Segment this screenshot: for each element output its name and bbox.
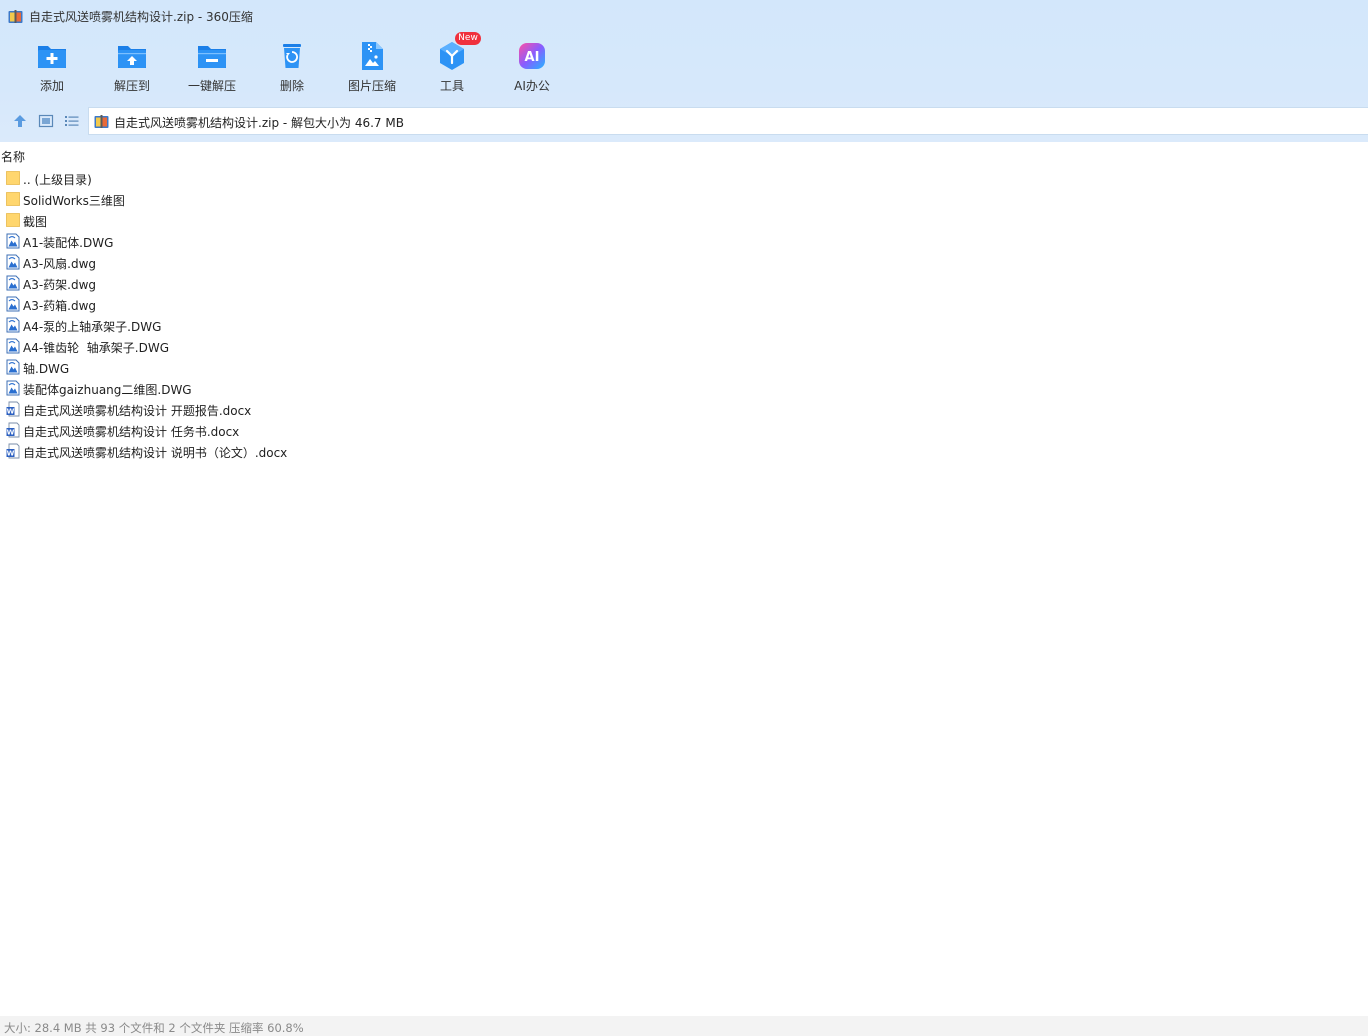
title-bar: 自走式风送喷雾机结构设计.zip - 360压缩 xyxy=(0,0,1368,34)
svg-text:W: W xyxy=(7,408,15,416)
tools-button[interactable]: New 工具 xyxy=(412,32,492,100)
file-name: SolidWorks三维图 xyxy=(23,194,125,208)
file-row[interactable]: A4-泵的上轴承架子.DWG xyxy=(0,315,1368,336)
file-name: A3-药箱.dwg xyxy=(23,299,97,313)
address-text: 自走式风送喷雾机结构设计.zip - 解包大小为 46.7 MB xyxy=(114,116,404,130)
recycle-bin-icon xyxy=(283,44,301,68)
one-click-extract-button-label: 一键解压 xyxy=(187,79,236,93)
up-arrow-icon[interactable] xyxy=(12,113,28,129)
file-name: 截图 xyxy=(23,215,48,229)
folder-row[interactable]: .. (上级目录) xyxy=(0,168,1368,189)
folder-row[interactable]: SolidWorks三维图 xyxy=(0,189,1368,210)
word-document-icon: W xyxy=(6,401,20,417)
add-folder-icon xyxy=(38,46,66,68)
file-name: A4-锥齿轮 轴承架子.DWG xyxy=(23,341,170,355)
file-row[interactable]: A1-装配体.DWG xyxy=(0,231,1368,252)
status-text: 大小: 28.4 MB 共 93 个文件和 2 个文件夹 压缩率 60.8% xyxy=(4,1021,304,1035)
dwg-file-icon xyxy=(6,275,20,291)
folder-icon xyxy=(6,191,20,207)
extract-to-button-label: 解压到 xyxy=(113,79,150,93)
address-field[interactable]: 自走式风送喷雾机结构设计.zip - 解包大小为 46.7 MB xyxy=(88,107,1368,135)
delete-button-label: 删除 xyxy=(279,79,304,93)
file-row[interactable]: A3-药箱.dwg xyxy=(0,294,1368,315)
dwg-file-icon xyxy=(6,317,20,333)
new-badge: New xyxy=(455,32,481,45)
image-compress-button-label: 图片压缩 xyxy=(347,79,396,93)
zip-archive-icon xyxy=(94,115,109,128)
word-document-icon: W xyxy=(6,422,20,438)
file-name: .. (上级目录) xyxy=(23,173,92,187)
file-name: 自走式风送喷雾机结构设计 开题报告.docx xyxy=(23,404,252,418)
extract-to-button[interactable]: 解压到 xyxy=(92,36,172,100)
add-button[interactable]: 添加 xyxy=(12,36,92,100)
folder-icon xyxy=(6,212,20,228)
file-name: A3-药架.dwg xyxy=(23,278,97,292)
app-window: 自走式风送喷雾机结构设计.zip - 360压缩 添加 解压到 一键解压 删除 … xyxy=(0,0,1368,1036)
file-row[interactable]: W 自走式风送喷雾机结构设计 开题报告.docx xyxy=(0,399,1368,420)
file-name: A4-泵的上轴承架子.DWG xyxy=(23,320,162,334)
column-header: 名称 xyxy=(0,145,1368,165)
column-name-header[interactable]: 名称 xyxy=(1,148,25,165)
ai-office-icon: AI xyxy=(519,43,545,69)
file-row[interactable]: W 自走式风送喷雾机结构设计 说明书（论文）.docx xyxy=(0,441,1368,462)
image-compress-icon xyxy=(362,42,383,70)
zip-archive-icon xyxy=(8,10,23,23)
folder-row[interactable]: 截图 xyxy=(0,210,1368,231)
file-row[interactable]: A4-锥齿轮 轴承架子.DWG xyxy=(0,336,1368,357)
one-click-extract-button[interactable]: 一键解压 xyxy=(172,36,252,100)
file-row[interactable]: 轴.DWG xyxy=(0,357,1368,378)
header-area: 自走式风送喷雾机结构设计.zip - 360压缩 添加 解压到 一键解压 删除 … xyxy=(0,0,1368,142)
ai-office-button-label: AI办公 xyxy=(514,79,550,93)
tools-button-label: 工具 xyxy=(439,79,464,93)
file-list: .. (上级目录) SolidWorks三维图 截图 A1-装配体.DWG A3-风扇.… xyxy=(0,168,1368,462)
dwg-file-icon xyxy=(6,380,20,396)
image-compress-button[interactable]: 图片压缩 xyxy=(332,36,412,100)
ai-office-button[interactable]: AI AI办公 xyxy=(492,36,572,100)
window-title: 自走式风送喷雾机结构设计.zip - 360压缩 xyxy=(29,10,253,24)
file-row[interactable]: A3-药架.dwg xyxy=(0,273,1368,294)
status-bar: 大小: 28.4 MB 共 93 个文件和 2 个文件夹 压缩率 60.8% xyxy=(0,1016,1368,1036)
folder-icon xyxy=(6,170,20,186)
svg-text:W: W xyxy=(7,429,15,437)
address-bar: 自走式风送喷雾机结构设计.zip - 解包大小为 46.7 MB xyxy=(0,106,1368,136)
extract-to-icon xyxy=(118,46,146,68)
file-name: A1-装配体.DWG xyxy=(23,236,114,250)
file-name: 自走式风送喷雾机结构设计 任务书.docx xyxy=(23,425,240,439)
add-button-label: 添加 xyxy=(39,79,64,93)
file-name: 装配体gaizhuang二维图.DWG xyxy=(23,383,192,397)
file-row[interactable]: 装配体gaizhuang二维图.DWG xyxy=(0,378,1368,399)
thumbnail-view-icon[interactable] xyxy=(38,113,54,129)
delete-button[interactable]: 删除 xyxy=(252,36,332,100)
dwg-file-icon xyxy=(6,338,20,354)
file-name: 轴.DWG xyxy=(23,362,70,376)
dwg-file-icon xyxy=(6,254,20,270)
file-name: 自走式风送喷雾机结构设计 说明书（论文）.docx xyxy=(23,446,288,460)
dwg-file-icon xyxy=(6,296,20,312)
dwg-file-icon xyxy=(6,359,20,375)
file-row[interactable]: A3-风扇.dwg xyxy=(0,252,1368,273)
svg-text:W: W xyxy=(7,450,15,458)
svg-text:AI: AI xyxy=(525,50,540,65)
word-document-icon: W xyxy=(6,443,20,459)
dwg-file-icon xyxy=(6,233,20,249)
list-view-icon[interactable] xyxy=(64,113,80,129)
file-row[interactable]: W 自走式风送喷雾机结构设计 任务书.docx xyxy=(0,420,1368,441)
one-click-extract-icon xyxy=(198,46,226,68)
file-name: A3-风扇.dwg xyxy=(23,257,97,271)
